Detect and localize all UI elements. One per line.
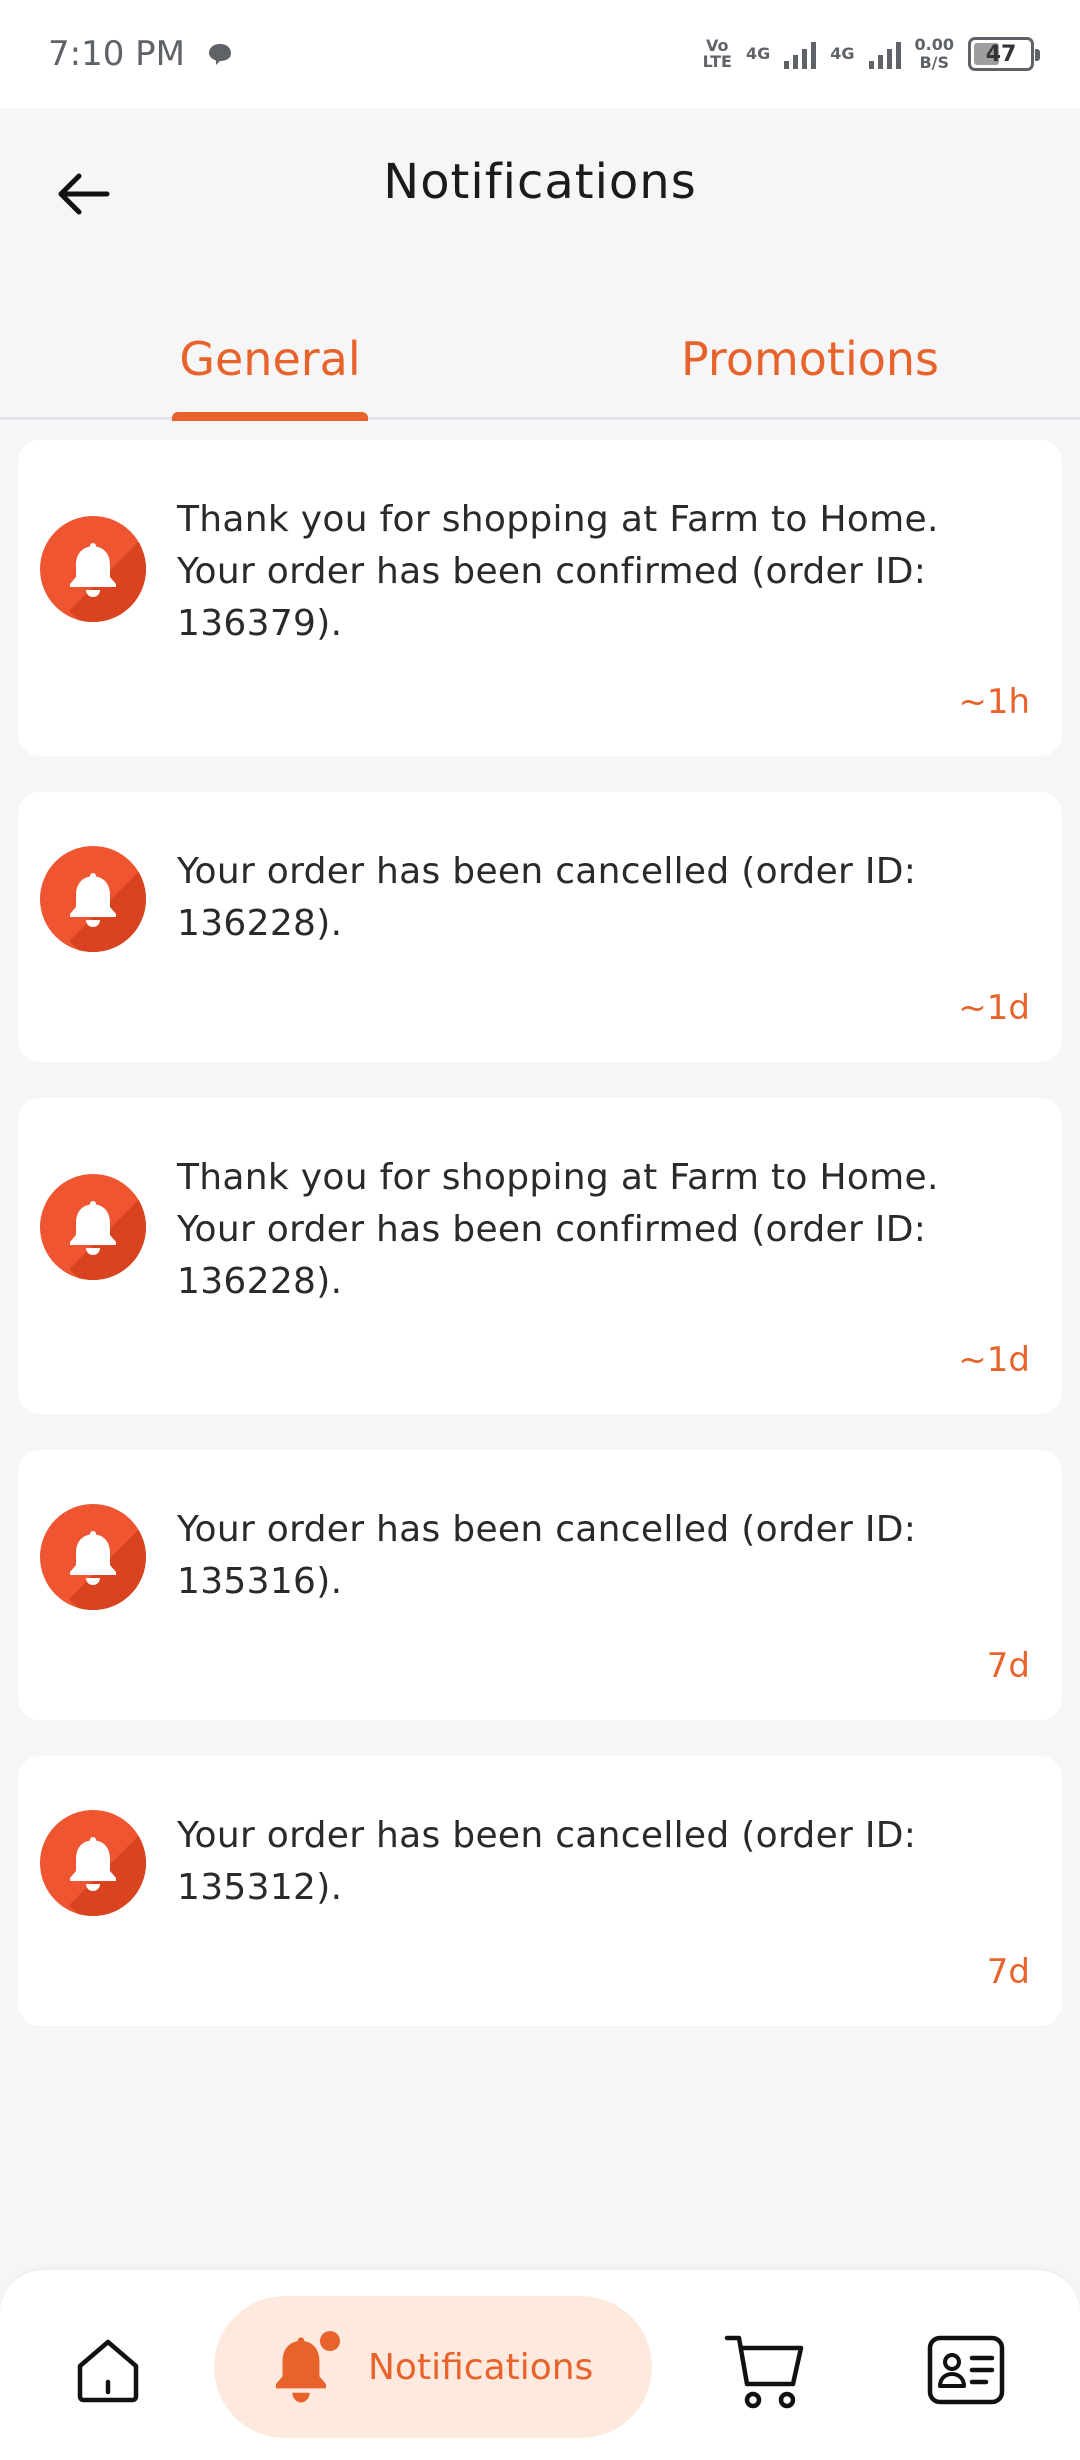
signal-1-icon <box>784 39 817 69</box>
bell-icon <box>40 516 146 622</box>
signal-2-icon <box>868 39 901 69</box>
battery-icon: 47 <box>968 37 1040 71</box>
profile-card-icon <box>927 2335 1005 2405</box>
bottom-nav: Notifications <box>0 2270 1080 2460</box>
notification-message: Your order has been cancelled (order ID:… <box>177 1509 917 1602</box>
network-speed: 0.00 B/S <box>915 36 954 72</box>
speed-value: 0.00 <box>914 35 954 54</box>
nav-notifications-label: Notifications <box>368 2346 594 2388</box>
notification-card[interactable]: Thank you for shopping at Farm to Home. … <box>18 1098 1062 1414</box>
bell-icon <box>40 1174 146 1280</box>
notification-time: ~1h <box>958 682 1030 722</box>
notification-list: Thank you for shopping at Farm to Home. … <box>18 440 1062 2062</box>
nav-cart-button[interactable] <box>720 2328 810 2414</box>
battery-level: 47 <box>985 41 1017 67</box>
page-title: Notifications <box>383 154 697 210</box>
home-icon <box>77 2339 139 2403</box>
status-bar: 7:10 PM Vo LTE 4G 4G 0.00 B/S 47 <box>0 0 1080 108</box>
status-time: 7:10 PM <box>48 34 185 74</box>
nav-notifications-button[interactable]: Notifications <box>214 2296 652 2438</box>
bell-icon <box>270 2327 340 2407</box>
network-1-label: 4G <box>745 44 771 63</box>
app-header: Notifications <box>0 108 1080 276</box>
network-2-label: 4G <box>830 44 855 63</box>
notification-time: ~1d <box>958 988 1030 1028</box>
tab-promotions[interactable]: Promotions <box>640 300 980 417</box>
notification-card[interactable]: Your order has been cancelled (order ID:… <box>18 1756 1062 2026</box>
back-button[interactable] <box>52 162 116 226</box>
notification-card[interactable]: Your order has been cancelled (order ID:… <box>18 792 1062 1062</box>
nav-home-button[interactable] <box>68 2330 148 2410</box>
notification-time: ~1d <box>958 1340 1030 1380</box>
status-left: 7:10 PM <box>48 34 233 74</box>
tab-selected-indicator <box>172 412 368 421</box>
notification-message: Your order has been cancelled (order ID:… <box>177 1815 917 1908</box>
nav-profile-button[interactable] <box>924 2330 1008 2410</box>
chat-bubble-icon <box>209 44 231 65</box>
unread-dot <box>320 2331 340 2351</box>
tab-bar: General Promotions <box>0 300 1080 421</box>
bell-icon <box>40 1504 146 1610</box>
notification-message: Your order has been cancelled (order ID:… <box>177 851 917 944</box>
volte-indicator: Vo LTE <box>702 36 732 71</box>
speed-unit: B/S <box>919 53 950 72</box>
notification-time: 7d <box>986 1646 1030 1686</box>
bell-icon <box>40 846 146 952</box>
tab-general[interactable]: General <box>150 300 390 417</box>
notification-card[interactable]: Your order has been cancelled (order ID:… <box>18 1450 1062 1720</box>
cart-icon <box>724 2335 804 2409</box>
notification-message: Thank you for shopping at Farm to Home. … <box>177 1157 939 1302</box>
notification-message: Thank you for shopping at Farm to Home. … <box>177 499 939 644</box>
bell-icon <box>40 1810 146 1916</box>
arrow-left-icon <box>58 173 110 215</box>
status-right: Vo LTE 4G 4G 0.00 B/S 47 <box>702 36 1040 72</box>
notification-time: 7d <box>986 1952 1030 1992</box>
notification-card[interactable]: Thank you for shopping at Farm to Home. … <box>18 440 1062 756</box>
